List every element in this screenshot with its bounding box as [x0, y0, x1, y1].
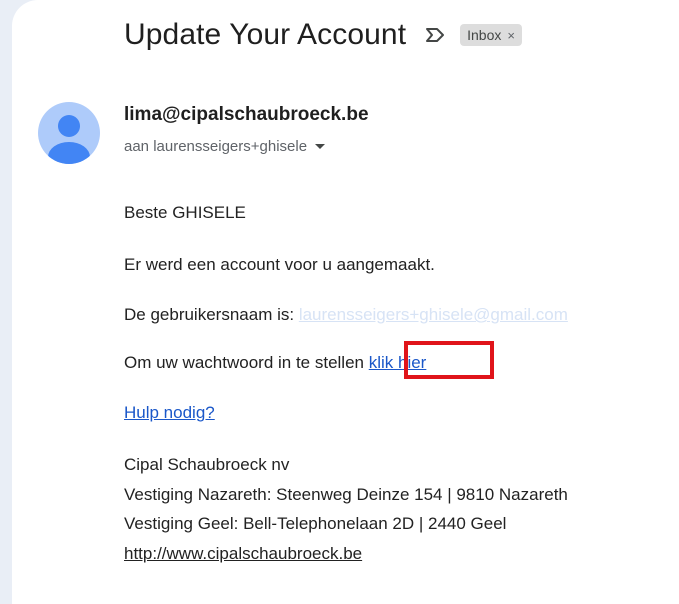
- password-instruction: Om uw wachtwoord in te stellen: [124, 353, 369, 372]
- help-link[interactable]: Hulp nodig?: [124, 403, 215, 423]
- signature-address-geel: Vestiging Geel: Bell-Telephonelaan 2D | …: [124, 514, 507, 533]
- greeting: Beste GHISELE: [124, 203, 246, 222]
- email-subject: Update Your Account: [124, 18, 407, 51]
- signature-address-nazareth: Vestiging Nazareth: Steenweg Deinze 154 …: [124, 485, 568, 504]
- username-line: De gebruikersnaam is: laurensseigers+ghi…: [124, 305, 568, 325]
- signature-company: Cipal Schaubroeck nv: [124, 455, 290, 474]
- subject-row: Update Your Account Inbox ×: [124, 18, 522, 52]
- chevron-down-icon[interactable]: [315, 144, 326, 149]
- sender-email[interactable]: lima@cipalschaubroeck.be: [124, 104, 369, 126]
- inbox-label-chip[interactable]: Inbox ×: [460, 24, 522, 46]
- username-label: De gebruikersnaam is:: [124, 305, 299, 324]
- recipient-line: aan laurensseigers+ghisele: [124, 138, 308, 155]
- person-avatar-icon[interactable]: [38, 102, 100, 164]
- recipient-row[interactable]: aan laurensseigers+ghisele: [124, 138, 326, 155]
- account-created-text: Er werd een account voor u aangemaakt.: [124, 255, 435, 274]
- email-view: Update Your Account Inbox × lima@cipalsc…: [0, 0, 679, 604]
- username-value-link[interactable]: laurensseigers+ghisele@gmail.com: [299, 305, 568, 324]
- remove-label-icon[interactable]: ×: [507, 28, 515, 43]
- important-label-icon[interactable]: [424, 27, 446, 43]
- highlight-box: [404, 341, 494, 379]
- password-line: Om uw wachtwoord in te stellen klik hier: [124, 353, 426, 373]
- signature-website-link[interactable]: http://www.cipalschaubroeck.be: [124, 544, 362, 564]
- inbox-label-text: Inbox: [467, 27, 502, 43]
